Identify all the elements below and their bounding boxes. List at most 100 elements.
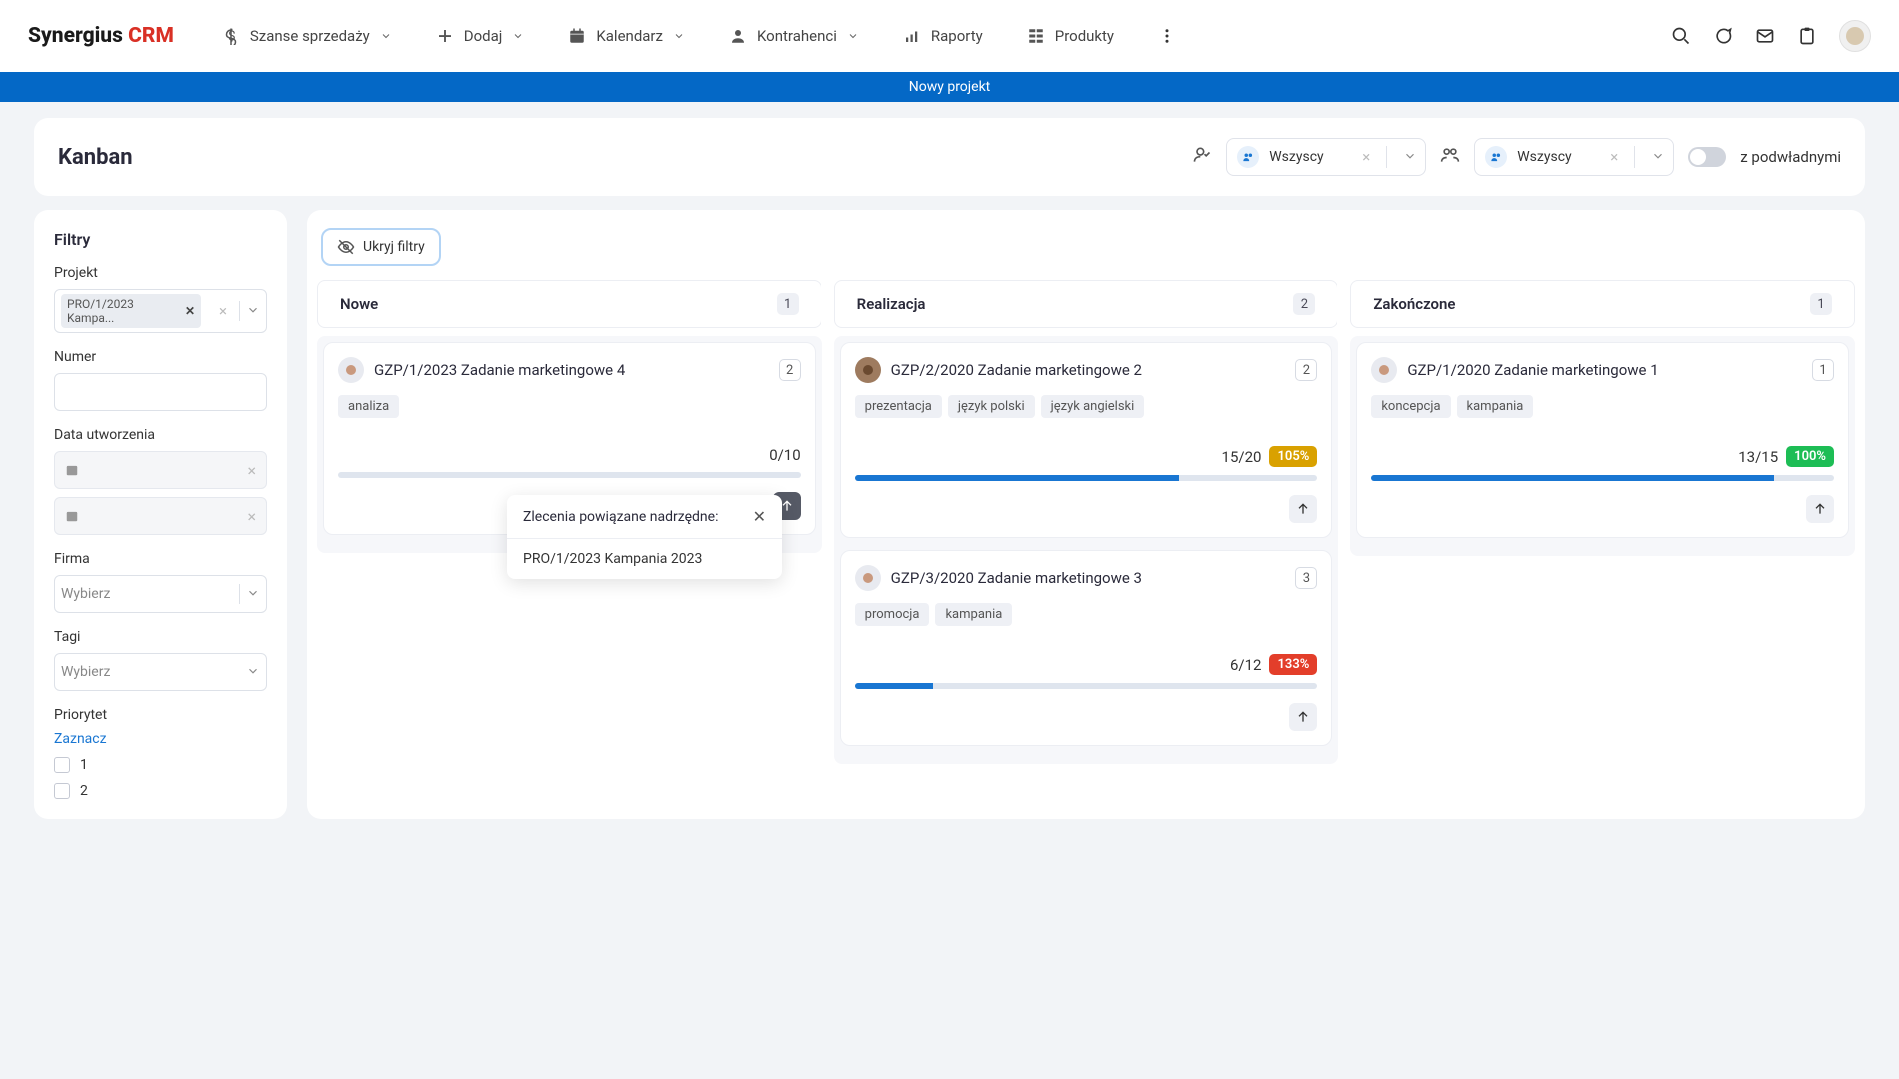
date-to-input[interactable]: × bbox=[54, 497, 267, 535]
subordinates-toggle[interactable] bbox=[1688, 147, 1726, 167]
logo-part1: Synergius bbox=[28, 24, 128, 48]
chat-icon[interactable] bbox=[1713, 26, 1733, 46]
priority-option-1[interactable]: 1 bbox=[54, 757, 267, 773]
owner-select-value: Wszyscy bbox=[1269, 149, 1352, 165]
dots-vertical-icon bbox=[1158, 27, 1176, 45]
nav-label: Dodaj bbox=[464, 27, 503, 45]
card-title: GZP/3/2020 Zadanie marketingowe 3 bbox=[891, 569, 1286, 587]
toggle-label: z podwładnymi bbox=[1740, 148, 1841, 166]
hide-filters-button[interactable]: Ukryj filtry bbox=[321, 228, 441, 266]
date-label: Data utworzenia bbox=[54, 427, 267, 443]
assignee-avatar bbox=[855, 357, 881, 383]
filters-title: Filtry bbox=[54, 230, 267, 249]
nav-calendar[interactable]: Kalendarz bbox=[568, 27, 685, 45]
close-icon[interactable]: ✕ bbox=[753, 507, 766, 526]
checkbox[interactable] bbox=[54, 757, 70, 773]
card-tags: koncepcja kampania bbox=[1371, 395, 1834, 418]
column-in-progress: Realizacja 2 GZP/2/2020 Zadanie marketin… bbox=[834, 280, 1339, 764]
progress-bar bbox=[338, 472, 801, 478]
clear-icon[interactable]: × bbox=[247, 507, 256, 526]
chevron-down-icon bbox=[1403, 148, 1417, 167]
kanban-card[interactable]: GZP/3/2020 Zadanie marketingowe 3 3 prom… bbox=[840, 550, 1333, 746]
nav-label: Kontrahenci bbox=[757, 27, 837, 45]
column-body: GZP/2/2020 Zadanie marketingowe 2 2 prez… bbox=[834, 336, 1339, 764]
column-title: Realizacja bbox=[857, 295, 926, 313]
clear-icon[interactable]: × bbox=[1610, 148, 1618, 166]
clear-icon[interactable]: × bbox=[247, 461, 256, 480]
company-label: Firma bbox=[54, 551, 267, 567]
project-label: Projekt bbox=[54, 265, 267, 281]
project-select[interactable]: PRO/1/2023 Kampa... ✕ × bbox=[54, 289, 267, 333]
column-header: Nowe 1 bbox=[317, 280, 822, 328]
nav-add[interactable]: Dodaj bbox=[436, 27, 525, 45]
number-input[interactable] bbox=[54, 373, 267, 411]
tags-select[interactable]: Wybierz bbox=[54, 653, 267, 691]
checkbox[interactable] bbox=[54, 783, 70, 799]
kanban-card[interactable]: GZP/1/2020 Zadanie marketingowe 1 1 konc… bbox=[1356, 342, 1849, 538]
main-row: Filtry Projekt PRO/1/2023 Kampa... ✕ × N… bbox=[34, 210, 1865, 819]
nav-sales[interactable]: $ Szanse sprzedaży bbox=[222, 27, 392, 45]
person-check-icon bbox=[1192, 145, 1212, 169]
percentage-badge: 105% bbox=[1269, 446, 1317, 467]
nav-contractors[interactable]: Kontrahenci bbox=[729, 27, 859, 45]
tag: język polski bbox=[948, 395, 1035, 418]
kanban-card[interactable]: GZP/2/2020 Zadanie marketingowe 2 2 prez… bbox=[840, 342, 1333, 538]
percentage-badge: 133% bbox=[1269, 654, 1317, 675]
move-up-button[interactable] bbox=[1806, 495, 1834, 523]
date-from-input[interactable]: × bbox=[54, 451, 267, 489]
progress-text: 13/15 bbox=[1738, 448, 1778, 466]
select-all-link[interactable]: Zaznacz bbox=[54, 731, 267, 747]
popover-title: Zlecenia powiązane nadrzędne: bbox=[523, 509, 718, 525]
column-title: Nowe bbox=[340, 295, 378, 313]
nav-label: Szanse sprzedaży bbox=[250, 27, 370, 45]
card-tags: analiza bbox=[338, 395, 801, 418]
user-avatar[interactable] bbox=[1839, 20, 1871, 52]
main-nav: $ Szanse sprzedaży Dodaj Kalendarz Kontr… bbox=[222, 27, 1623, 45]
progress-text: 0/10 bbox=[769, 446, 800, 464]
tags-label: Tagi bbox=[54, 629, 267, 645]
tag: koncepcja bbox=[1371, 395, 1450, 418]
priority-label: Priorytet bbox=[54, 707, 267, 723]
header-controls: Wszyscy × Wszyscy × z podwładnymi bbox=[1192, 138, 1841, 176]
card-count-badge: 2 bbox=[779, 359, 801, 381]
related-orders-popover: Zlecenia powiązane nadrzędne: ✕ PRO/1/20… bbox=[507, 495, 782, 579]
move-up-button[interactable] bbox=[1289, 495, 1317, 523]
nav-products[interactable]: Produkty bbox=[1027, 27, 1114, 45]
chip-remove-icon[interactable]: ✕ bbox=[185, 304, 195, 318]
move-up-button[interactable] bbox=[1289, 703, 1317, 731]
tag: prezentacja bbox=[855, 395, 942, 418]
calendar-icon bbox=[65, 509, 79, 523]
number-label: Numer bbox=[54, 349, 267, 365]
column-header: Realizacja 2 bbox=[834, 280, 1339, 328]
clipboard-icon[interactable] bbox=[1797, 26, 1817, 46]
progress-bar bbox=[855, 683, 1318, 689]
nav-label: Raporty bbox=[931, 27, 983, 45]
clear-icon[interactable]: × bbox=[213, 302, 233, 320]
company-select[interactable]: Wybierz bbox=[54, 575, 267, 613]
chart-icon bbox=[903, 27, 921, 45]
project-banner[interactable]: Nowy projekt bbox=[0, 72, 1899, 102]
owner-select[interactable]: Wszyscy × bbox=[1226, 138, 1426, 176]
progress-bar bbox=[855, 475, 1318, 481]
tag: analiza bbox=[338, 395, 399, 418]
mail-icon[interactable] bbox=[1755, 26, 1775, 46]
column-header: Zakończone 1 bbox=[1350, 280, 1855, 328]
dollar-icon: $ bbox=[222, 27, 240, 45]
page-header: Kanban Wszyscy × Wszyscy × z podwładnymi bbox=[34, 118, 1865, 196]
priority-option-2[interactable]: 2 bbox=[54, 783, 267, 799]
clear-icon[interactable]: × bbox=[1362, 148, 1370, 166]
nav-more[interactable] bbox=[1158, 27, 1176, 45]
popover-header: Zlecenia powiązane nadrzędne: ✕ bbox=[507, 495, 782, 539]
topbar: Synergius CRM $ Szanse sprzedaży Dodaj K… bbox=[0, 0, 1899, 72]
assignee-avatar bbox=[338, 357, 364, 383]
chevron-down-icon bbox=[512, 30, 524, 42]
popover-item[interactable]: PRO/1/2023 Kampania 2023 bbox=[507, 539, 782, 579]
search-icon[interactable] bbox=[1671, 26, 1691, 46]
progress-text: 15/20 bbox=[1222, 448, 1262, 466]
card-title: GZP/1/2023 Zadanie marketingowe 4 bbox=[374, 361, 769, 379]
team-select[interactable]: Wszyscy × bbox=[1474, 138, 1674, 176]
page-title: Kanban bbox=[58, 145, 133, 170]
chevron-down-icon bbox=[246, 585, 260, 604]
chevron-down-icon bbox=[847, 30, 859, 42]
nav-reports[interactable]: Raporty bbox=[903, 27, 983, 45]
